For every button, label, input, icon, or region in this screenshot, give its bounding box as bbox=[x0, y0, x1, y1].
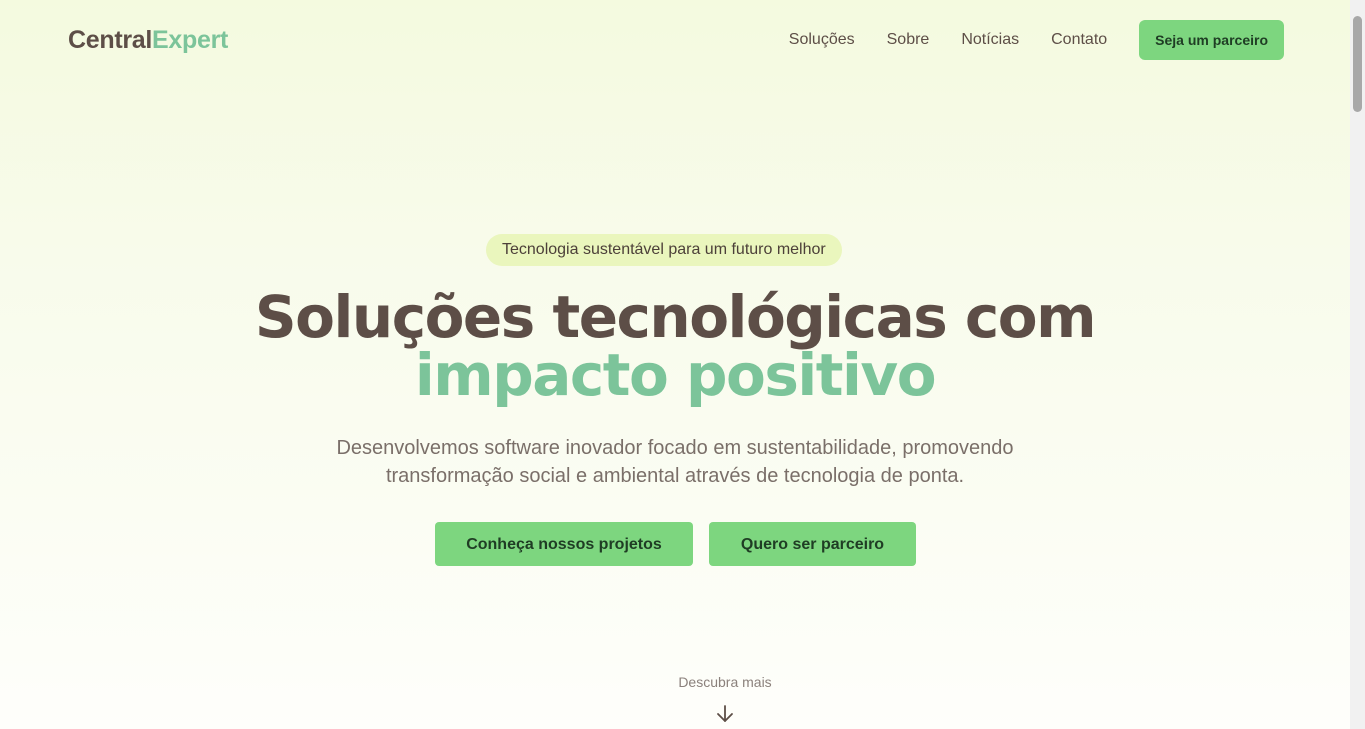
page-scrollbar[interactable] bbox=[1350, 0, 1365, 729]
site-header: CentralExpert Soluções Sobre Notícias Co… bbox=[0, 0, 1350, 80]
nav-item-sobre[interactable]: Sobre bbox=[887, 20, 930, 60]
become-partner-button[interactable]: Seja um parceiro bbox=[1139, 20, 1284, 60]
logo-text-primary: Central bbox=[68, 26, 153, 54]
hero-title-line1: Soluções tecnológicas com bbox=[254, 283, 1097, 351]
logo-text-accent: Expert bbox=[152, 26, 229, 54]
site-logo[interactable]: CentralExpert bbox=[68, 24, 228, 56]
landing-page: CentralExpert Soluções Sobre Notícias Co… bbox=[0, 0, 1350, 729]
hero-title-line2: impacto positivo bbox=[414, 341, 937, 409]
partner-button[interactable]: Quero ser parceiro bbox=[709, 522, 916, 566]
nav-item-noticias[interactable]: Notícias bbox=[961, 20, 1019, 60]
nav-item-contato[interactable]: Contato bbox=[1051, 20, 1107, 60]
projects-button[interactable]: Conheça nossos projetos bbox=[435, 522, 693, 566]
hero-badge: Tecnologia sustentável para um futuro me… bbox=[486, 234, 842, 266]
hero-title: Soluções tecnológicas com impacto positi… bbox=[0, 288, 1350, 404]
discover-more-label[interactable]: Descubra mais bbox=[625, 674, 825, 690]
hero-subtitle: Desenvolvemos software inovador focado e… bbox=[336, 437, 1014, 487]
nav-item-solucoes[interactable]: Soluções bbox=[789, 20, 855, 60]
main-nav: Soluções Sobre Notícias Contato Seja um … bbox=[789, 20, 1284, 60]
scrollbar-thumb[interactable] bbox=[1353, 16, 1362, 112]
arrow-down-icon[interactable] bbox=[714, 703, 736, 725]
